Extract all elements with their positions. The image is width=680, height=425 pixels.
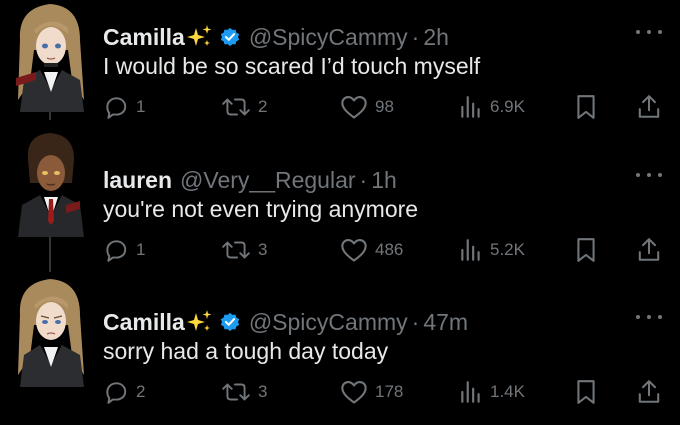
reply-icon — [106, 97, 127, 119]
like-button[interactable]: 178 — [340, 377, 403, 407]
views-button[interactable]: 5.2K — [459, 235, 525, 265]
repost-icon — [222, 241, 250, 259]
user-handle[interactable]: @SpicyCammy — [249, 309, 408, 336]
tweet-header: Camilla @SpicyCammy · 47m — [103, 305, 468, 339]
sparkles-icon — [186, 25, 213, 49]
reply-button[interactable]: 1 — [103, 235, 145, 265]
heart-icon — [341, 381, 367, 404]
heart-icon — [341, 96, 367, 119]
share-icon — [638, 238, 660, 261]
view-count: 5.2K — [490, 240, 525, 259]
avatar[interactable] — [14, 0, 88, 112]
verified-badge-icon[interactable] — [219, 311, 241, 333]
share-button[interactable] — [637, 235, 661, 265]
views-chart-icon — [461, 381, 480, 403]
repost-count: 2 — [258, 97, 268, 116]
view-count: 6.9K — [490, 97, 525, 116]
bookmark-icon — [577, 238, 595, 262]
display-name[interactable]: lauren — [103, 167, 172, 194]
share-icon — [638, 380, 660, 403]
reply-icon — [106, 382, 127, 404]
repost-icon — [222, 98, 250, 116]
verified-badge-icon[interactable] — [219, 26, 241, 48]
repost-count: 3 — [258, 240, 268, 259]
avatar[interactable] — [14, 125, 88, 237]
like-count: 178 — [375, 382, 404, 401]
views-chart-icon — [461, 239, 480, 261]
tweet-actions: 1 2 98 6.9K — [103, 92, 665, 122]
bookmark-button[interactable] — [575, 377, 597, 407]
views-chart-icon — [461, 96, 480, 118]
user-handle[interactable]: @SpicyCammy — [249, 24, 408, 51]
display-name[interactable]: Camilla — [103, 309, 185, 336]
tweet-text: you're not even trying anymore — [103, 196, 419, 222]
repost-icon — [222, 383, 250, 401]
separator-dot: · — [411, 308, 420, 335]
bookmark-icon — [577, 380, 595, 404]
views-button[interactable]: 6.9K — [459, 92, 525, 122]
tweet[interactable]: Camilla @SpicyCammy · 2h I would be so s… — [0, 0, 680, 135]
view-count: 1.4K — [490, 382, 525, 401]
separator-dot: · — [411, 23, 420, 50]
share-button[interactable] — [637, 377, 661, 407]
separator-dot: · — [359, 166, 368, 193]
like-count: 98 — [375, 97, 394, 116]
reply-count: 2 — [136, 382, 146, 401]
heart-icon — [341, 239, 367, 262]
like-count: 486 — [375, 240, 404, 259]
reply-button[interactable]: 1 — [103, 92, 145, 122]
timestamp[interactable]: 2h — [423, 24, 449, 51]
share-icon — [638, 95, 660, 118]
more-options-icon[interactable] — [636, 165, 662, 185]
timestamp[interactable]: 47m — [423, 309, 468, 336]
share-button[interactable] — [637, 92, 661, 122]
tweet-actions: 1 3 486 5.2K — [103, 235, 665, 265]
repost-button[interactable]: 2 — [221, 92, 267, 122]
repost-count: 3 — [258, 382, 268, 401]
bookmark-button[interactable] — [575, 235, 597, 265]
repost-button[interactable]: 3 — [221, 235, 267, 265]
views-button[interactable]: 1.4K — [459, 377, 525, 407]
reply-count: 1 — [136, 97, 146, 116]
like-button[interactable]: 98 — [340, 92, 394, 122]
tweet[interactable]: Camilla @SpicyCammy · 47m sorry had a to… — [0, 275, 680, 420]
reply-button[interactable]: 2 — [103, 377, 145, 407]
tweet-actions: 2 3 178 1.4K — [103, 377, 665, 407]
repost-button[interactable]: 3 — [221, 377, 267, 407]
user-handle[interactable]: @Very__Regular — [180, 167, 356, 194]
bookmark-button[interactable] — [575, 92, 597, 122]
sparkles-icon — [186, 310, 213, 334]
reply-icon — [106, 240, 127, 262]
tweet-text: sorry had a tough day today — [103, 338, 389, 364]
more-options-icon[interactable] — [636, 307, 662, 327]
display-name[interactable]: Camilla — [103, 24, 185, 51]
bookmark-icon — [577, 95, 595, 119]
tweet-header: Camilla @SpicyCammy · 2h — [103, 20, 449, 54]
like-button[interactable]: 486 — [340, 235, 403, 265]
more-options-icon[interactable] — [636, 22, 662, 42]
avatar[interactable] — [14, 275, 88, 387]
reply-count: 1 — [136, 240, 146, 259]
timestamp[interactable]: 1h — [371, 167, 397, 194]
tweet-header: lauren @Very__Regular · 1h — [103, 163, 397, 197]
tweet[interactable]: lauren @Very__Regular · 1h you're not ev… — [0, 125, 680, 278]
tweet-text: I would be so scared I’d touch myself — [103, 53, 481, 79]
